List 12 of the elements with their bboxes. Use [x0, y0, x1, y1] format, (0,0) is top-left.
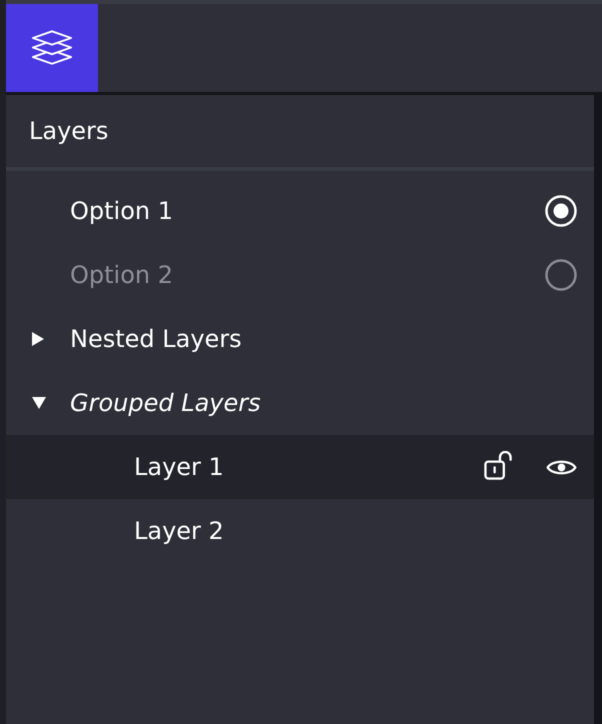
layer-label[interactable]: Layer 1: [134, 452, 224, 482]
layer-label[interactable]: Layer 2: [134, 516, 224, 546]
layer-group-label[interactable]: Grouped Layers: [70, 388, 261, 418]
layer-row[interactable]: Layer 1: [6, 435, 594, 499]
unlocked-lock-icon[interactable]: [484, 450, 513, 480]
layers-icon: [31, 30, 73, 66]
caret-down-icon[interactable]: [32, 397, 46, 409]
option-label[interactable]: Option 1: [70, 196, 173, 226]
caret-right-icon[interactable]: [32, 332, 44, 346]
panel-title: Layers: [29, 116, 108, 146]
layer-group-label[interactable]: Nested Layers: [70, 324, 242, 354]
layers-button[interactable]: [6, 4, 98, 92]
